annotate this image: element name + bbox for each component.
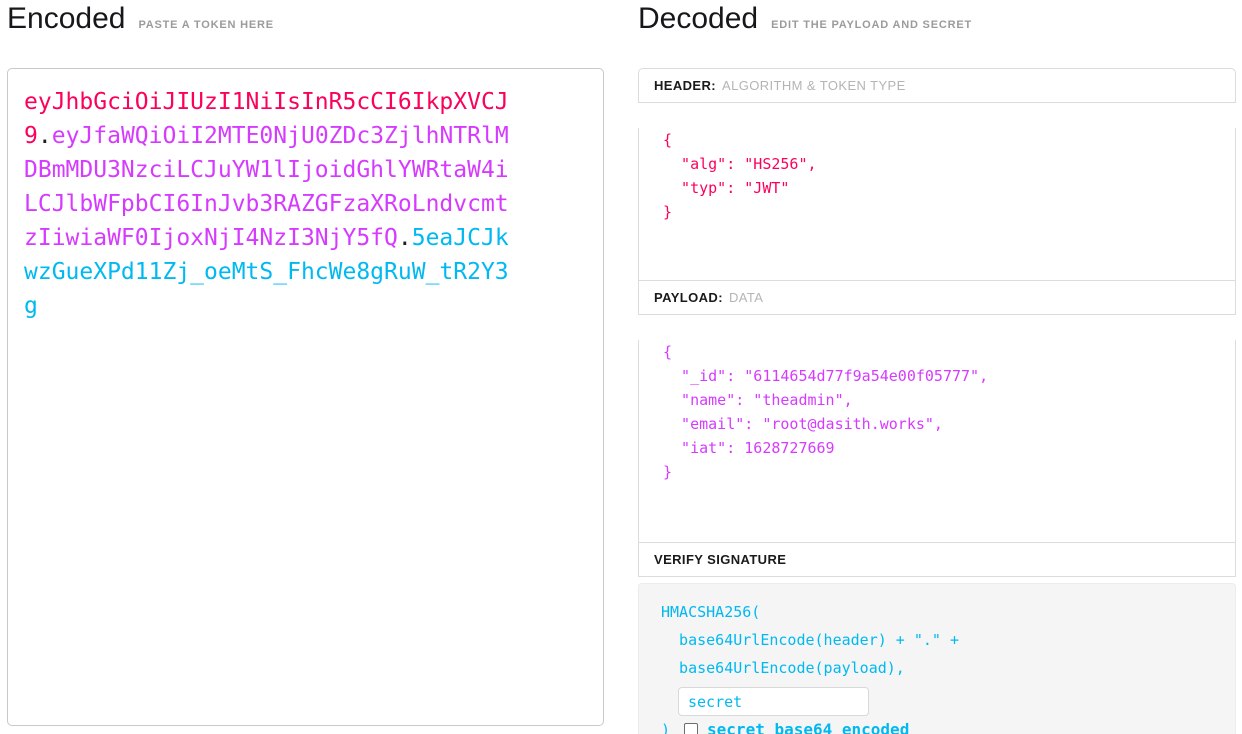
decoded-title: Decoded [638, 2, 758, 36]
verify-signature-strip: VERIFY SIGNATURE [638, 542, 1236, 577]
decoded-subtitle: EDIT THE PAYLOAD AND SECRET [771, 19, 972, 31]
encoded-title: Encoded [7, 2, 125, 36]
decoded-payload-json[interactable]: { "_id": "6114654d77f9a54e00f05777", "na… [663, 340, 1235, 484]
secret-input[interactable] [678, 687, 869, 716]
signature-code-line-1: HMACSHA256( [661, 598, 1235, 626]
encoded-token-panel[interactable]: eyJhbGciOiJIUzI1NiIsInR5cCI6IkpXVCJ9.eyJ… [7, 68, 604, 726]
signature-close-row: ) secret base64 encoded [661, 720, 1235, 734]
token-separator-dot-1: . [38, 123, 52, 149]
secret-base64-label[interactable]: secret base64 encoded [707, 720, 909, 734]
encoded-subtitle: PASTE A TOKEN HERE [138, 19, 273, 31]
payload-section-strip: PAYLOAD: DATA [638, 280, 1236, 315]
decoded-panel: HEADER: ALGORITHM & TOKEN TYPE { "alg": … [638, 68, 1236, 734]
payload-section-label: PAYLOAD: [654, 290, 723, 305]
token-separator-dot-2: . [398, 225, 412, 251]
payload-section-sublabel: DATA [729, 290, 763, 305]
verify-signature-label: VERIFY SIGNATURE [654, 552, 786, 567]
signature-close-paren: ) [661, 721, 670, 734]
decoded-header-json[interactable]: { "alg": "HS256", "typ": "JWT" } [663, 128, 1235, 224]
signature-code-line-2: base64UrlEncode(header) + "." + [661, 626, 1235, 654]
decoded-header-editor[interactable]: { "alg": "HS256", "typ": "JWT" } [638, 128, 1236, 281]
decoded-payload-editor[interactable]: { "_id": "6114654d77f9a54e00f05777", "na… [638, 340, 1236, 543]
encoded-heading: Encoded PASTE A TOKEN HERE [7, 2, 274, 36]
decoded-heading: Decoded EDIT THE PAYLOAD AND SECRET [638, 2, 972, 36]
token-input[interactable]: eyJhbGciOiJIUzI1NiIsInR5cCI6IkpXVCJ9.eyJ… [24, 85, 516, 323]
signature-code-line-3: base64UrlEncode(payload), [661, 654, 1235, 682]
jwt-debugger-page: Encoded PASTE A TOKEN HERE Decoded EDIT … [0, 0, 1242, 734]
header-section-sublabel: ALGORITHM & TOKEN TYPE [722, 78, 906, 93]
verify-signature-box: HMACSHA256( base64UrlEncode(header) + ".… [638, 583, 1236, 734]
secret-base64-checkbox[interactable] [684, 723, 698, 734]
header-section-strip: HEADER: ALGORITHM & TOKEN TYPE [638, 68, 1236, 103]
header-section-label: HEADER: [654, 78, 716, 93]
